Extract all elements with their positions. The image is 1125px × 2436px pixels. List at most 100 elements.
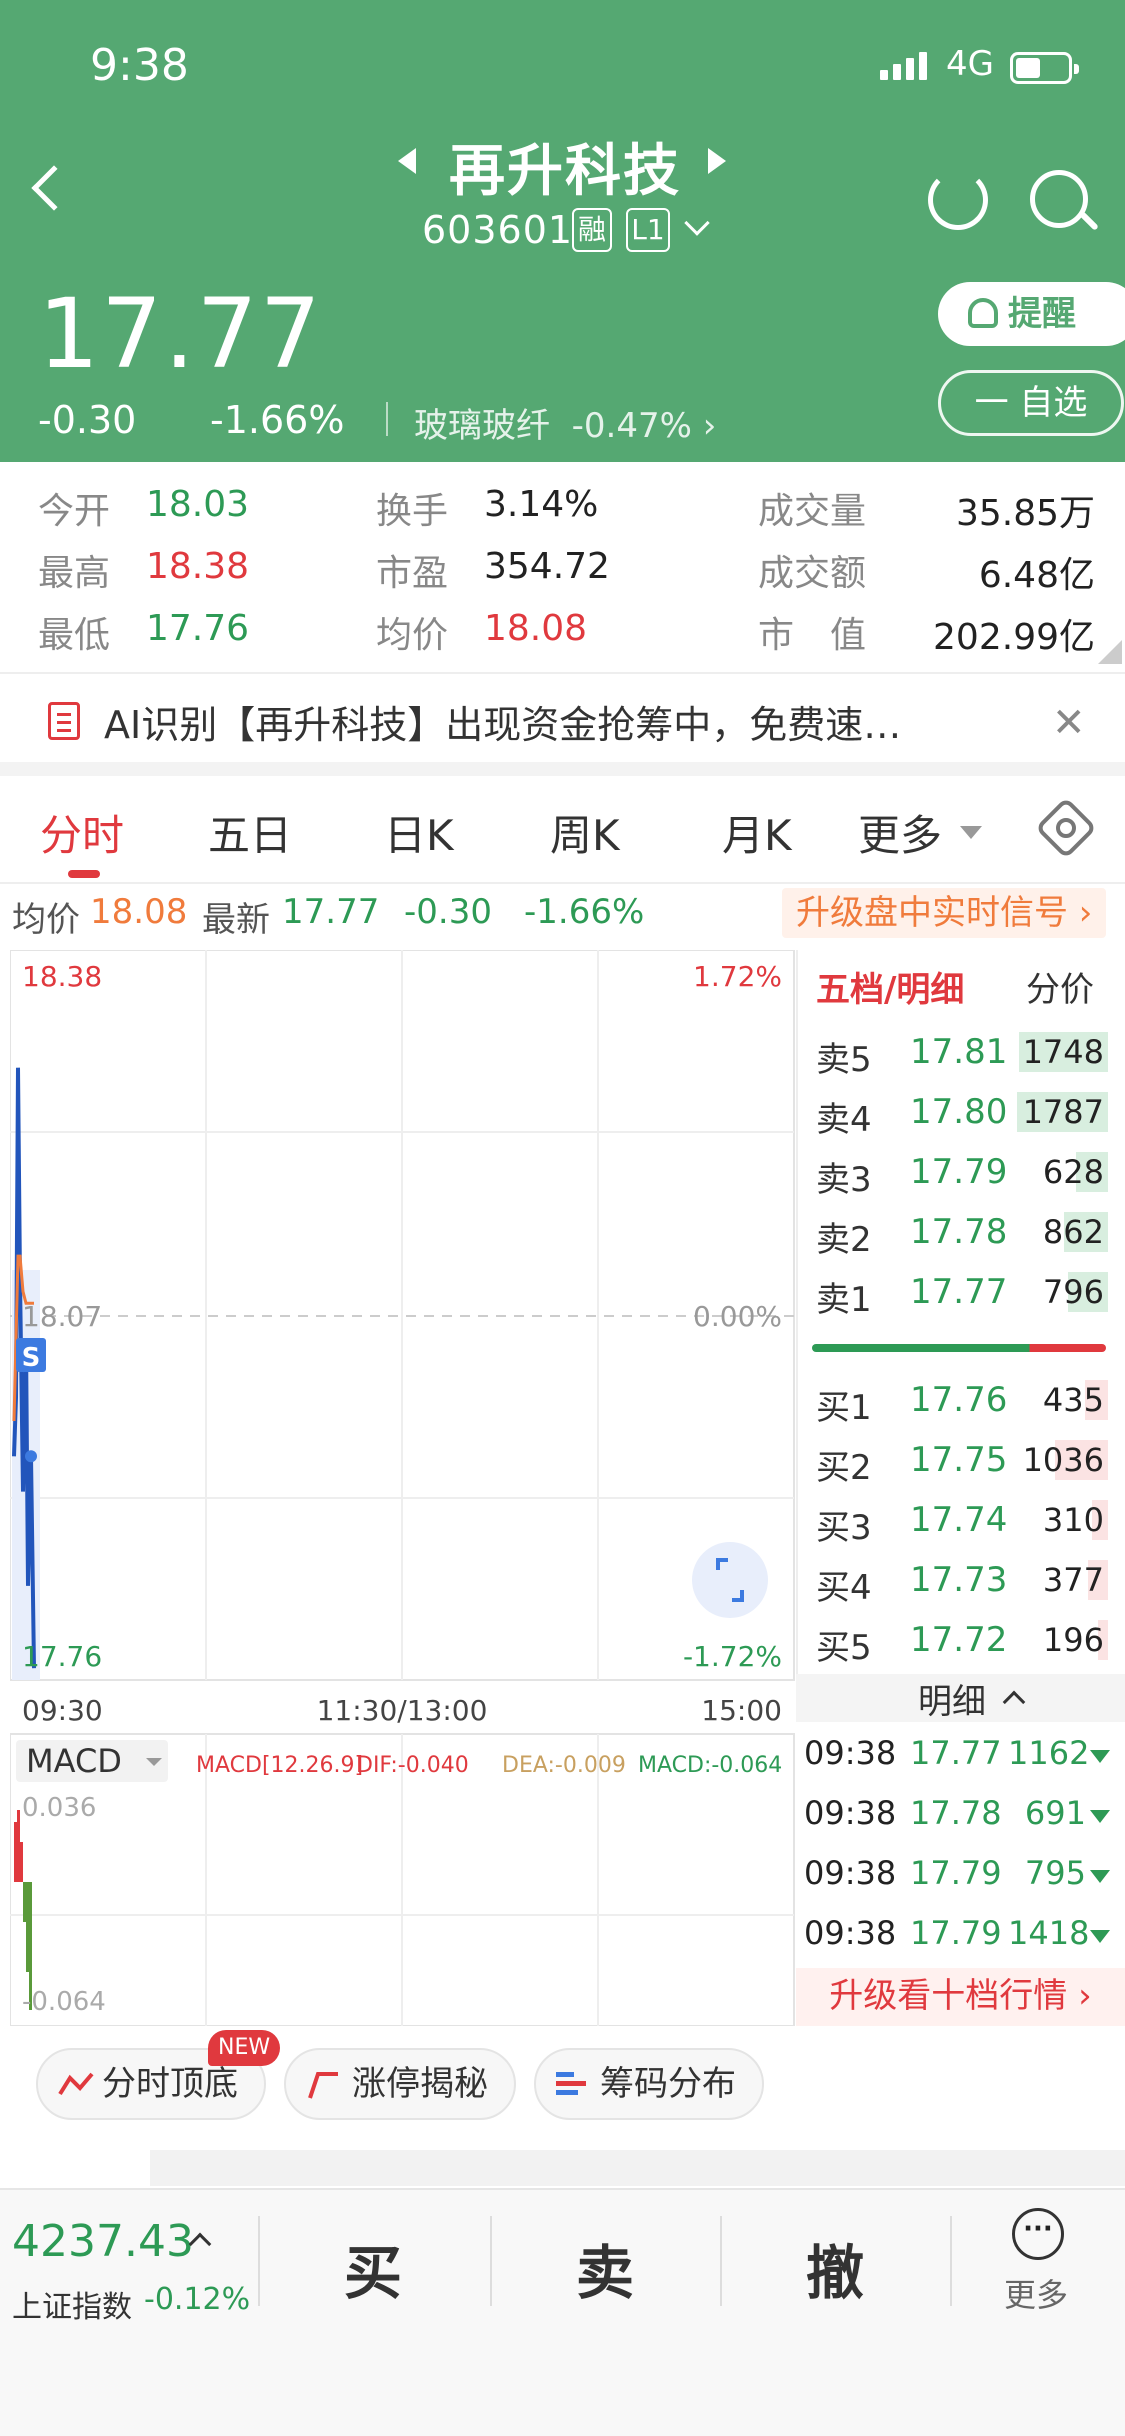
refresh-icon[interactable] [928, 170, 988, 230]
level-badge: L1 [626, 208, 670, 252]
info-change-pct: -1.66% [524, 892, 645, 932]
watchlist-button[interactable]: 一 自选 [938, 370, 1124, 436]
ask-label: 卖3 [816, 1160, 872, 1200]
ask-label: 卖2 [816, 1220, 872, 1260]
high-value: 18.38 [146, 546, 250, 587]
upgrade-ten-level-button[interactable]: 升级看十档行情 › [796, 1968, 1125, 2026]
back-icon[interactable] [31, 165, 77, 211]
orderbook-title[interactable]: 五档/明细 [816, 962, 964, 1011]
prev-stock-icon[interactable] [398, 148, 416, 174]
document-icon [48, 702, 80, 740]
more-label[interactable]: 更多 [1004, 2270, 1068, 2316]
bid-price: 17.73 [910, 1560, 1008, 1600]
divider [258, 2216, 260, 2306]
next-stock-icon[interactable] [708, 148, 726, 174]
tick-volume: 691 [1024, 1794, 1086, 1832]
divider [0, 672, 1125, 674]
fullscreen-icon[interactable] [692, 1542, 768, 1618]
expand-corner-icon[interactable] [1098, 640, 1122, 664]
tab-weekly-k[interactable]: 周K [550, 802, 620, 863]
chart-frame [10, 950, 795, 2026]
status-time: 9:38 [90, 40, 189, 91]
chevron-down-icon[interactable] [684, 210, 710, 236]
open-label: 今开 [38, 491, 111, 532]
remind-button[interactable]: 提醒 [938, 282, 1125, 346]
sell-button[interactable]: 卖 [576, 2226, 634, 2310]
stock-code: 603601 [422, 208, 574, 252]
bell-icon [968, 298, 998, 328]
macd-bar [23, 1882, 26, 1922]
macd-bar [26, 1882, 29, 1972]
bid-label: 买3 [816, 1508, 872, 1548]
tab-more[interactable]: 更多 [858, 802, 942, 863]
more-icon[interactable]: ··· [1012, 2208, 1064, 2260]
x-label-end: 15:00 [701, 1694, 782, 1727]
cancel-order-button[interactable]: 撤 [806, 2226, 864, 2310]
bid-price: 17.72 [910, 1620, 1008, 1660]
bid-price: 17.75 [910, 1440, 1008, 1480]
current-price: 17.77 [38, 278, 323, 390]
close-icon[interactable]: ✕ [1052, 700, 1086, 746]
macd-bar [14, 1822, 17, 1882]
section-gap [0, 762, 1125, 776]
content-peek [150, 2150, 1125, 2186]
index-value[interactable]: 4237.43 [12, 2216, 194, 2267]
tick-price: 17.79 [910, 1914, 1002, 1952]
upgrade-signal-button[interactable]: 升级盘中实时信号 › [782, 888, 1107, 938]
bid-label: 买2 [816, 1448, 872, 1488]
ask-volume: 628 [1042, 1153, 1104, 1191]
macd-dea: DEA:-0.009 [502, 1753, 626, 1778]
price-distribution-tab[interactable]: 分价 [1026, 962, 1094, 1011]
limitup-icon [308, 2072, 338, 2099]
tick-time: 09:38 [804, 1854, 897, 1892]
tick-price: 17.77 [910, 1734, 1002, 1772]
price-change-pct: -1.66% [210, 398, 345, 442]
ask-label: 卖4 [816, 1100, 872, 1140]
search-icon[interactable] [1030, 170, 1088, 228]
high-label: 最高 [38, 553, 111, 594]
bid-volume: 196 [1042, 1621, 1104, 1659]
macd-bar [20, 1842, 23, 1882]
settings-icon[interactable] [1034, 796, 1098, 860]
search-icon-handle [1079, 211, 1099, 231]
down-arrow-icon [1090, 1750, 1110, 1763]
tab-monthly-k[interactable]: 月K [722, 802, 792, 863]
tab-five-day[interactable]: 五日 [208, 802, 292, 863]
y-label-mid: 18.07 [22, 1300, 102, 1333]
tick-time: 09:38 [804, 1734, 897, 1772]
y-label-top: 18.38 [22, 960, 102, 993]
info-avg-value: 18.08 [90, 892, 188, 932]
bid-volume: 310 [1042, 1501, 1104, 1539]
ask-label: 卖1 [816, 1280, 872, 1320]
ask-label: 卖5 [816, 1040, 872, 1080]
mktcap-value: 202.99亿 [933, 617, 1095, 658]
tick-title[interactable]: 明细 [918, 1674, 986, 1723]
margin-badge: 融 [572, 208, 612, 252]
chips-icon [556, 2072, 586, 2095]
caret-down-icon[interactable] [960, 826, 982, 839]
bid-label: 买1 [816, 1388, 872, 1428]
volume-label: 成交量 [758, 491, 867, 532]
network-type: 4G [946, 44, 994, 84]
avg-value: 18.08 [484, 608, 588, 649]
intraday-chart[interactable]: 18.38 18.07 17.76 1.72% 0.00% -1.72% S 0… [10, 950, 796, 2026]
tick-volume: 1418 [1008, 1914, 1090, 1952]
index-name: 上证指数 [12, 2290, 132, 2325]
tab-intraday[interactable]: 分时 [40, 802, 124, 863]
s-marker-label: S [22, 1343, 41, 1373]
pe-label: 市盈 [376, 553, 449, 594]
buy-button[interactable]: 买 [344, 2226, 402, 2310]
bid-volume: 435 [1042, 1381, 1104, 1419]
ai-banner-text[interactable]: AI识别【再升科技】出现资金抢筹中，免费速… [104, 694, 901, 749]
tick-volume: 795 [1024, 1854, 1086, 1892]
signal-icon [880, 52, 927, 80]
bid-volume: 377 [1042, 1561, 1104, 1599]
tab-daily-k[interactable]: 日K [384, 802, 454, 863]
y-label-bottom: 17.76 [22, 1640, 102, 1673]
trend-icon [58, 2072, 94, 2096]
bid-price: 17.74 [910, 1500, 1008, 1540]
sector-link[interactable]: 玻璃玻纤 -0.47% › [414, 398, 716, 447]
divider [0, 882, 1125, 884]
tick-volume: 1162 [1008, 1734, 1090, 1772]
tick-price: 17.79 [910, 1854, 1002, 1892]
